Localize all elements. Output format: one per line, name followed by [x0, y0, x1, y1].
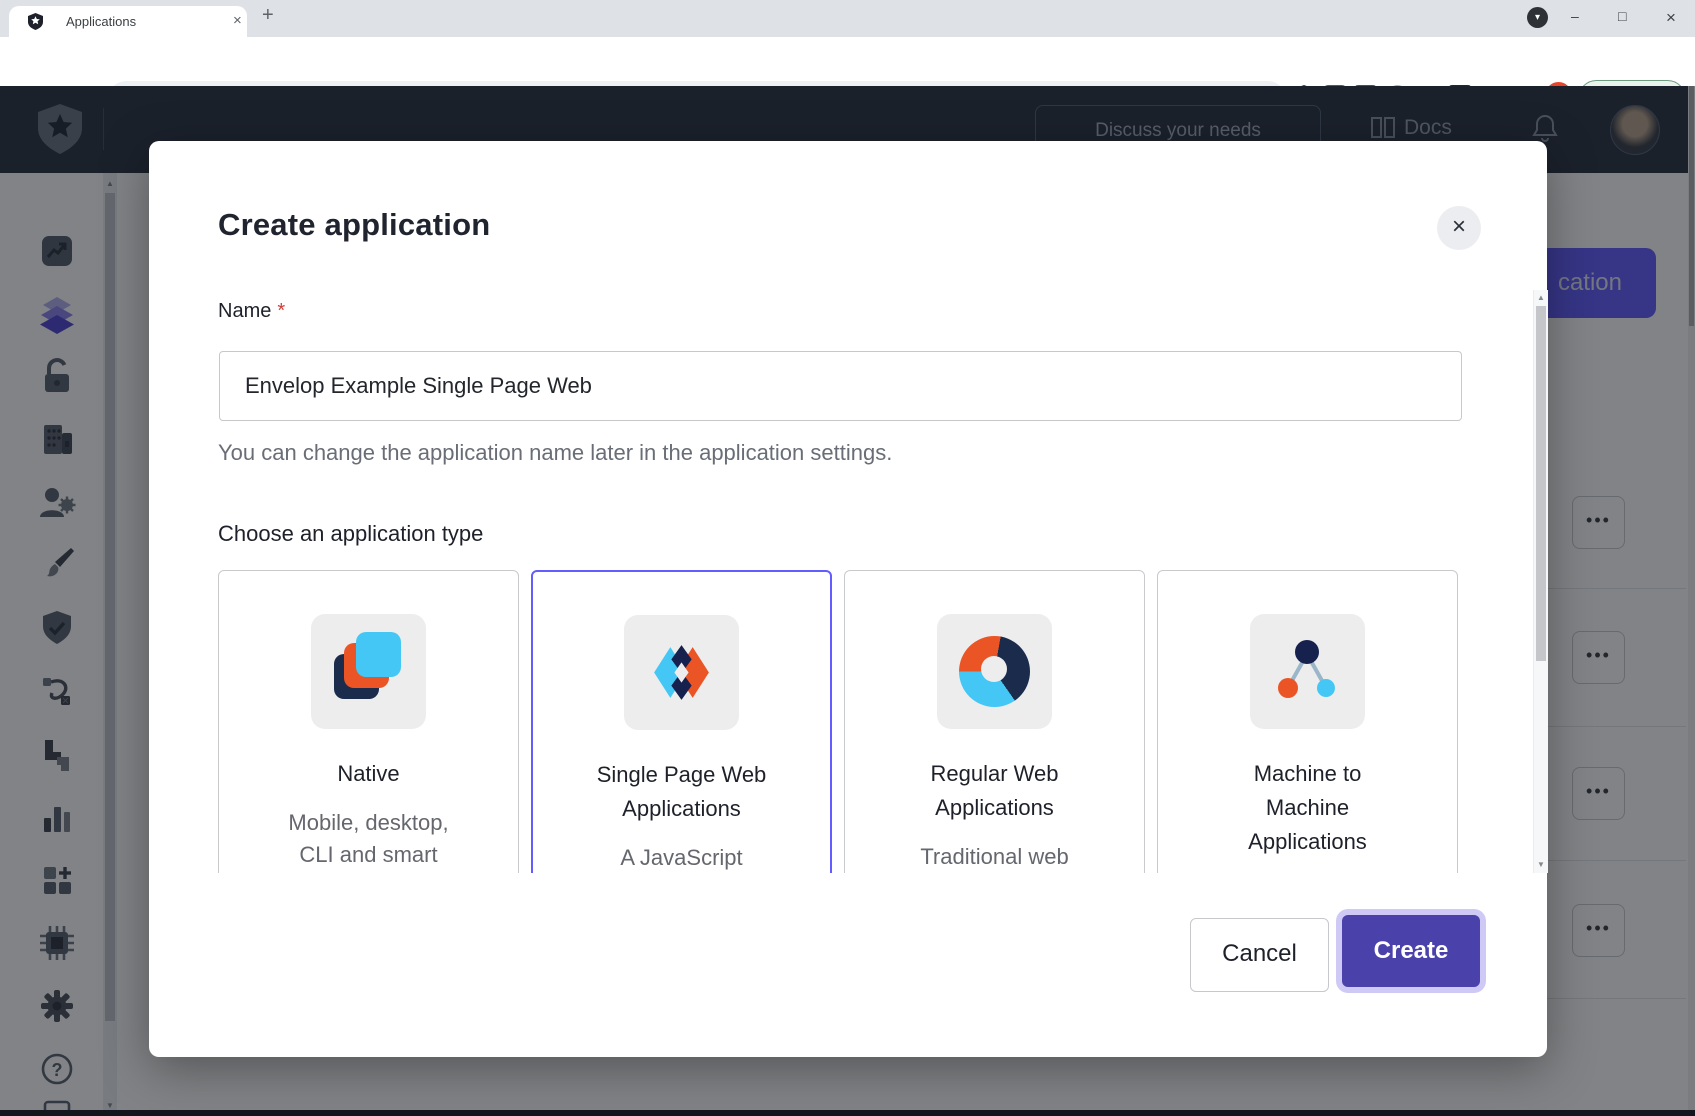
modal-close-button[interactable]: × [1437, 206, 1481, 250]
cancel-button[interactable]: Cancel [1190, 918, 1329, 992]
browser-tab-bar: Applications × + ▾ – □ × [0, 0, 1695, 37]
new-tab-button[interactable]: + [262, 4, 274, 27]
tab-title: Applications [66, 14, 136, 29]
auth0-favicon [27, 13, 44, 30]
tab-close-icon[interactable]: × [233, 12, 242, 29]
modal-title: Create application [218, 207, 490, 243]
browser-tab[interactable]: Applications × [9, 6, 247, 37]
card-regular-web[interactable]: Regular Web Applications Traditional web [844, 570, 1145, 873]
m2m-icon [1250, 614, 1365, 729]
name-helper-text: You can change the application name late… [218, 440, 892, 466]
card-machine-to-machine[interactable]: Machine to Machine Applications [1157, 570, 1458, 873]
regular-web-icon [937, 614, 1052, 729]
card-title: Machine to Machine Applications [1208, 757, 1408, 859]
native-icon [311, 614, 426, 729]
card-single-page-web[interactable]: Single Page Web Applications A JavaScrip… [531, 570, 832, 873]
scrollbar-thumb[interactable] [1536, 306, 1546, 661]
required-asterisk: * [277, 300, 285, 322]
card-native[interactable]: Native Mobile, desktop, CLI and smart [218, 570, 519, 873]
name-label: Name* [218, 300, 285, 323]
card-title: Native [269, 757, 469, 791]
window-maximize-button[interactable]: □ [1618, 8, 1626, 24]
card-title: Single Page Web Applications [582, 758, 782, 826]
create-application-modal: Create application × Name* You can chang… [149, 141, 1547, 1057]
scroll-down-icon[interactable]: ▼ [1534, 860, 1548, 869]
window-close-button[interactable]: × [1666, 8, 1676, 28]
application-name-input[interactable] [219, 351, 1462, 421]
card-title: Regular Web Applications [895, 757, 1095, 825]
spa-icon [624, 615, 739, 730]
tab-search-icon[interactable]: ▾ [1527, 7, 1548, 28]
screen: Applications × + ▾ – □ × ← → ↻ manage.au… [0, 0, 1695, 1116]
modal-scroll-area: Name* You can change the application nam… [149, 290, 1533, 873]
card-description: A JavaScript [574, 842, 789, 873]
scroll-up-icon[interactable]: ▲ [1534, 293, 1548, 302]
window-minimize-button[interactable]: – [1571, 8, 1579, 24]
browser-toolbar: ← → ↻ manage.auth0.com/dashboard/eu/drea… [0, 37, 1695, 86]
application-type-cards: Native Mobile, desktop, CLI and smart [218, 570, 1468, 873]
choose-type-label: Choose an application type [218, 521, 483, 547]
create-button[interactable]: Create [1342, 915, 1480, 987]
card-description: Mobile, desktop, CLI and smart [261, 807, 476, 871]
card-description: Traditional web [887, 841, 1102, 873]
modal-scrollbar[interactable]: ▲ ▼ [1533, 290, 1548, 873]
